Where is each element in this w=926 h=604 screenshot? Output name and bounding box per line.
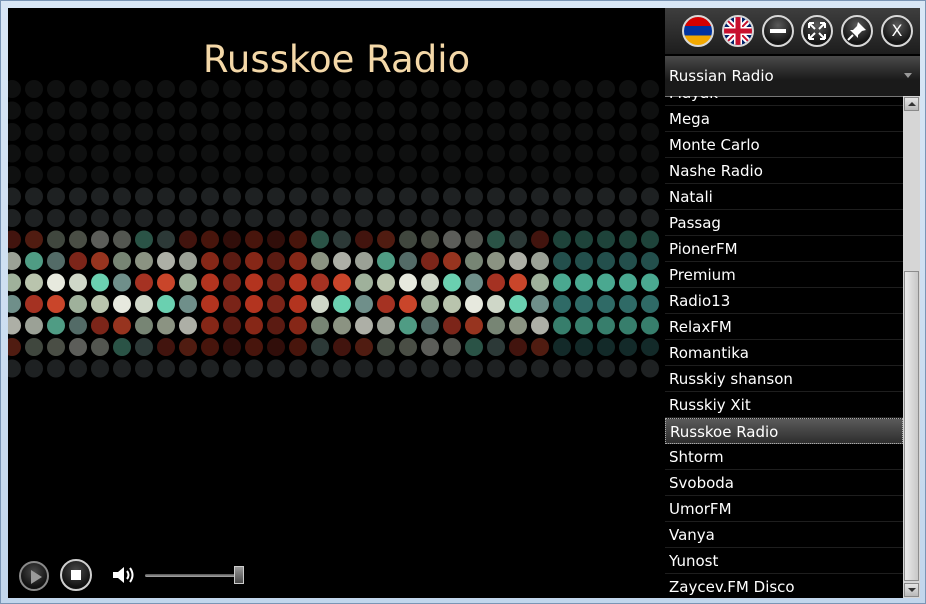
minimize-button[interactable] xyxy=(762,15,794,47)
list-item[interactable]: Radio13 xyxy=(665,288,903,314)
list-item[interactable]: Natali xyxy=(665,184,903,210)
list-item[interactable]: Svoboda xyxy=(665,470,903,496)
station-list: Mayak MegaMonte CarloNashe RadioNataliPa… xyxy=(665,96,903,598)
list-item[interactable]: PionerFM xyxy=(665,236,903,262)
pin-icon xyxy=(847,22,866,41)
play-button[interactable] xyxy=(19,561,49,591)
list-item[interactable]: Zaycev.FM Disco xyxy=(665,574,903,598)
scroll-up-button[interactable] xyxy=(904,97,919,111)
station-title: Russkoe Radio xyxy=(202,38,471,81)
stop-icon xyxy=(71,570,81,580)
volume-slider-thumb[interactable] xyxy=(234,566,244,584)
scroll-down-button[interactable] xyxy=(904,583,919,597)
close-button[interactable]: X xyxy=(881,15,913,47)
category-selected: Russian Radio xyxy=(669,67,774,85)
list-item[interactable]: Monte Carlo xyxy=(665,132,903,158)
stop-button[interactable] xyxy=(60,559,92,591)
uk-flag-icon[interactable] xyxy=(722,15,754,47)
equalizer-visualization xyxy=(8,80,659,378)
visualizer-panel: Russkoe Radio xyxy=(8,8,665,598)
volume-slider[interactable] xyxy=(145,574,243,577)
play-icon xyxy=(31,570,42,584)
toolbar: X xyxy=(665,8,920,54)
list-item-partial[interactable]: Mayak xyxy=(665,96,903,106)
minimize-icon xyxy=(770,29,786,33)
close-icon: X xyxy=(891,21,903,40)
list-item[interactable]: RelaxFM xyxy=(665,314,903,340)
app-window: Russkoe Radio X Russian Radio Mega Monte… xyxy=(0,0,926,604)
list-item[interactable]: Passag xyxy=(665,210,903,236)
station-sidebar: X Russian Radio Mayak MegaMonte CarloNas… xyxy=(665,8,920,598)
list-item[interactable]: Yunost xyxy=(665,548,903,574)
list-item[interactable]: Russkiy shanson xyxy=(665,366,903,392)
list-item[interactable]: Vanya xyxy=(665,522,903,548)
list-item[interactable]: Romantika xyxy=(665,340,903,366)
station-list-scrollbar[interactable] xyxy=(903,96,920,598)
armenian-flag-icon[interactable] xyxy=(682,15,714,47)
scroll-thumb[interactable] xyxy=(904,271,919,581)
speaker-icon[interactable] xyxy=(111,564,139,586)
fullscreen-icon xyxy=(808,22,826,40)
fullscreen-button[interactable] xyxy=(801,15,833,47)
list-item[interactable]: Premium xyxy=(665,262,903,288)
category-dropdown[interactable]: Russian Radio xyxy=(665,56,920,97)
list-item[interactable]: Shtorm xyxy=(665,444,903,470)
list-item[interactable]: UmorFM xyxy=(665,496,903,522)
list-item[interactable]: Russkoe Radio xyxy=(665,418,903,444)
list-item[interactable]: Nashe Radio xyxy=(665,158,903,184)
pin-button[interactable] xyxy=(841,15,873,47)
list-item[interactable]: Mega xyxy=(665,106,903,132)
chevron-down-icon xyxy=(904,73,912,78)
list-item[interactable]: Russkiy Xit xyxy=(665,392,903,418)
